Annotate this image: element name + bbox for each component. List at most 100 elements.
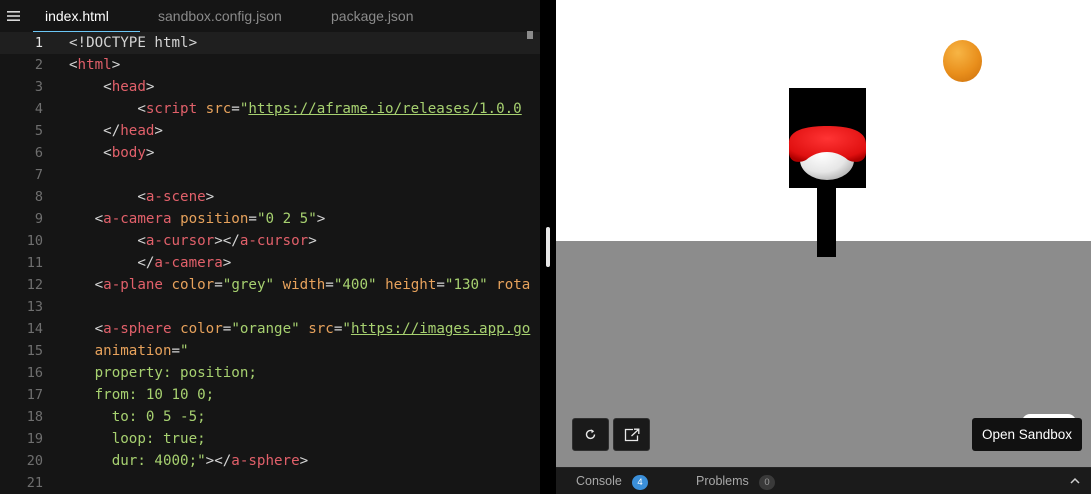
code-text: <html>: [69, 54, 120, 76]
code-line[interactable]: 2 <html>: [0, 54, 540, 76]
refresh-button[interactable]: [572, 418, 609, 451]
line-number: 15: [26, 343, 43, 359]
code-token: ></: [205, 453, 232, 469]
code-token: src: [308, 321, 334, 337]
refresh-icon: [585, 429, 596, 440]
line-number: 19: [26, 431, 43, 447]
editor-scrollbar-thumb[interactable]: [527, 31, 533, 39]
code-text: dur: 4000;"></a-sphere>: [69, 450, 308, 472]
code-token: body: [111, 145, 146, 161]
code-token: >: [316, 211, 326, 227]
code-line[interactable]: 19 loop: true;: [0, 428, 540, 450]
code-token: dur: 4000;: [69, 453, 198, 469]
code-token: =: [436, 277, 445, 293]
open-new-window-button[interactable]: [613, 418, 650, 451]
code-token: script: [145, 101, 198, 117]
code-text: animation=": [69, 340, 189, 362]
code-token: >: [111, 57, 121, 73]
code-area[interactable]: 1 <!DOCTYPE html> 2 <html> 3 <head> 4 <script…: [0, 32, 540, 494]
console-tab[interactable]: Console: [576, 468, 622, 494]
code-token: "400": [333, 277, 377, 293]
code-token: src: [205, 101, 232, 117]
chevron-up-icon[interactable]: [1068, 474, 1082, 488]
line-number: 12: [26, 277, 43, 293]
code-text: <a-cursor></a-cursor>: [69, 230, 316, 252]
code-line[interactable]: 18 to: 0 5 -5;: [0, 406, 540, 428]
code-line[interactable]: 11 </a-camera>: [0, 252, 540, 274]
scene-orange-sphere: [943, 40, 982, 82]
code-token: a-camera: [154, 255, 223, 271]
code-line[interactable]: 7: [0, 164, 540, 186]
line-number: 3: [34, 79, 43, 95]
code-text: <a-scene>: [69, 186, 214, 208]
code-line[interactable]: 4 <script src="https://aframe.io/release…: [0, 98, 540, 120]
code-token: a-plane: [103, 277, 163, 293]
scene-pole: [817, 178, 836, 257]
code-line[interactable]: 20 dur: 4000;"></a-sphere>: [0, 450, 540, 472]
devtools-bar: Console 4 Problems 0: [556, 467, 1091, 494]
line-number: 8: [34, 189, 43, 205]
code-line[interactable]: 3 <head>: [0, 76, 540, 98]
code-line[interactable]: 8 <a-scene>: [0, 186, 540, 208]
code-token: <: [69, 211, 104, 227]
tab-package-json[interactable]: package.json: [319, 0, 426, 32]
tab-sandbox-config-json[interactable]: sandbox.config.json: [146, 0, 294, 32]
code-token: html: [77, 57, 112, 73]
code-text: to: 0 5 -5;: [69, 406, 206, 428]
code-line[interactable]: 10 <a-cursor></a-cursor>: [0, 230, 540, 252]
code-line[interactable]: 12 <a-plane color="grey" width="400" hei…: [0, 274, 540, 296]
code-line[interactable]: 14 <a-sphere color="orange" src="https:/…: [0, 318, 540, 340]
panel-divider[interactable]: [540, 0, 556, 494]
code-token: <: [69, 277, 104, 293]
problems-tab[interactable]: Problems: [696, 468, 749, 494]
code-token: ": [180, 343, 189, 359]
code-token: >: [145, 79, 155, 95]
code-token: a-sphere: [231, 453, 300, 469]
code-line[interactable]: 5 </head>: [0, 120, 540, 142]
code-token: to: 0 5 -5;: [69, 409, 206, 425]
code-line[interactable]: 9 <a-camera position="0 2 5">: [0, 208, 540, 230]
tab-index-html[interactable]: index.html: [33, 0, 140, 32]
code-token: head: [111, 79, 146, 95]
code-token: >: [145, 145, 155, 161]
line-number: 16: [26, 365, 43, 381]
editor-tab-bar: index.html sandbox.config.json package.j…: [0, 0, 540, 32]
line-number: 10: [26, 233, 43, 249]
code-text: <head>: [69, 76, 154, 98]
console-count-badge: 4: [632, 475, 648, 490]
line-number: 2: [34, 57, 43, 73]
code-token: a-camera: [103, 211, 172, 227]
menu-icon[interactable]: [0, 0, 26, 32]
code-token: animation: [94, 343, 172, 359]
line-number: 13: [26, 299, 43, 315]
code-token: from: 10 10 0;: [69, 387, 215, 403]
code-token: =: [248, 211, 257, 227]
code-editor-panel: index.html sandbox.config.json package.j…: [0, 0, 540, 494]
code-text: <body>: [69, 142, 154, 164]
code-text: <!DOCTYPE html>: [69, 32, 197, 54]
code-line[interactable]: 15 animation=": [0, 340, 540, 362]
resize-handle[interactable]: [546, 227, 550, 267]
code-line[interactable]: 1 <!DOCTYPE html>: [0, 32, 540, 54]
code-token: color: [180, 321, 223, 337]
code-token: >: [222, 255, 232, 271]
code-line[interactable]: 17 from: 10 10 0;: [0, 384, 540, 406]
code-line[interactable]: 13: [0, 296, 540, 318]
code-line[interactable]: 6 <body>: [0, 142, 540, 164]
code-token: =: [325, 277, 334, 293]
line-number: 21: [26, 475, 43, 491]
code-line[interactable]: 16 property: position;: [0, 362, 540, 384]
code-token: "130": [444, 277, 488, 293]
line-number: 14: [26, 321, 43, 337]
code-line[interactable]: 21: [0, 472, 540, 494]
code-token: >: [205, 189, 215, 205]
code-token: "0 2 5": [256, 211, 317, 227]
open-sandbox-button[interactable]: Open Sandbox: [972, 418, 1082, 451]
code-token: <!DOCTYPE html>: [69, 35, 198, 51]
